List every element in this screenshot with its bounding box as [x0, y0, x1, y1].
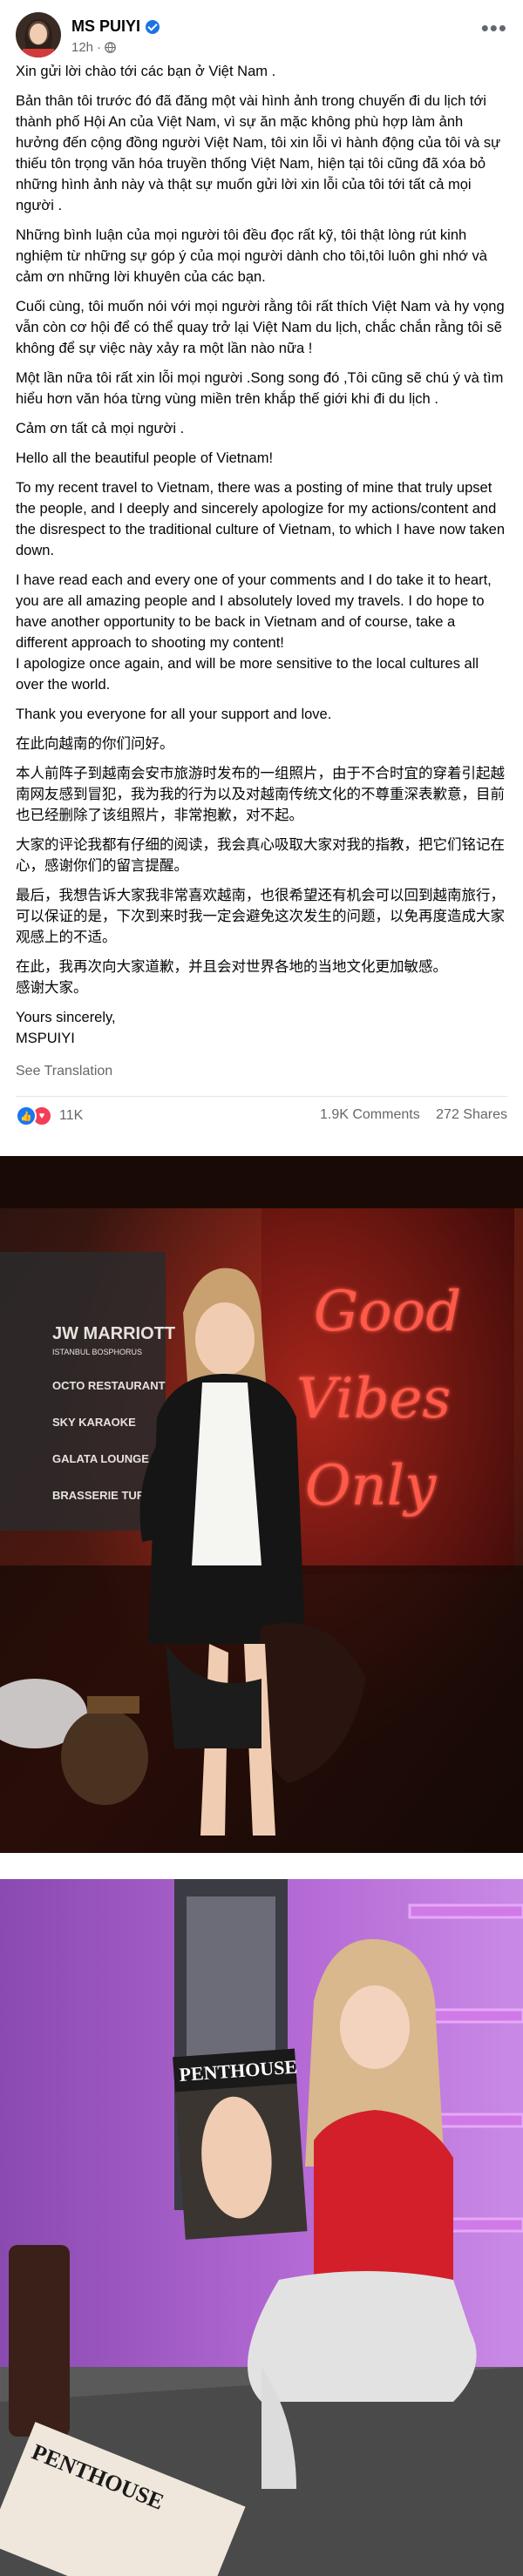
reaction-count: 11K [59, 1108, 84, 1123]
globe-icon [105, 42, 116, 53]
paragraph: Bản thân tôi trước đó đã đăng một vài hì… [16, 93, 501, 213]
photo-magazine[interactable]: PENTHOUSE PENTHOUSE [0, 1879, 523, 2576]
author-name[interactable]: MS PUIYI [71, 17, 160, 36]
sign-text: ISTANBUL BOSPHORUS [52, 1348, 142, 1356]
magazine[interactable]: PENTHOUSE [173, 2048, 309, 2240]
facebook-post: MS PUIYI 12h · ••• Xin gửi lời chào tới … [0, 0, 523, 1150]
sign-text: JW MARRIOTT [52, 1324, 175, 1343]
neon-text: Vibes [296, 1367, 451, 1431]
sign-text: OCTO RESTAURANT [52, 1379, 166, 1392]
paragraph: To my recent travel to Vietnam, there wa… [16, 480, 506, 558]
photo-neon-sign[interactable]: JW MARRIOTT ISTANBUL BOSPHORUS OCTO REST… [0, 1156, 523, 1853]
paragraph: 在此向越南的你们问好。 [16, 736, 174, 752]
sign-text: SKY KARAOKE [52, 1416, 136, 1429]
post-body: Xin gửi lời chào tới các bạn ở Việt Nam … [16, 61, 508, 1058]
paragraph: I have read each and every one of your c… [16, 572, 492, 693]
reaction-summary[interactable]: 👍 ♥ 11K [16, 1105, 83, 1126]
post-time[interactable]: 12h [71, 40, 93, 55]
engagement-counts: 1.9K Comments 272 Shares [320, 1107, 507, 1123]
neon-text: Good [314, 1280, 461, 1344]
paragraph: Cuối cùng, tôi muốn nói với mọi người rằ… [16, 299, 505, 356]
verified-badge-icon [146, 19, 160, 34]
post-header: MS PUIYI 12h · ••• [16, 12, 507, 61]
see-translation-link[interactable]: See Translation [16, 1064, 112, 1079]
shares-count[interactable]: 272 Shares [436, 1107, 507, 1122]
paragraph: Những bình luận của mọi người tôi đều đọ… [16, 227, 487, 285]
paragraph: Hello all the beautiful people of Vietna… [16, 450, 274, 466]
comments-count[interactable]: 1.9K Comments [320, 1107, 420, 1122]
paragraph: Xin gửi lời chào tới các bạn ở Việt Nam … [16, 64, 276, 79]
signature: Yours sincerely, MSPUIYI [16, 1010, 116, 1046]
paragraph: 大家的评论我都有仔细的阅读，我会真心吸取大家对我的指教，把它们铭记在心，感谢你们… [16, 837, 505, 874]
paragraph: 本人前阵子到越南会安市旅游时发布的一组照片，由于不合时宜的穿着引起越南网友感到冒… [16, 766, 505, 823]
neon-text: Only [305, 1454, 437, 1518]
reactions-bar: 👍 ♥ 11K 1.9K Comments 272 Shares [16, 1096, 507, 1128]
paragraph: Cảm ơn tất cả mọi người . [16, 421, 185, 436]
like-icon: 👍 [16, 1105, 37, 1126]
paragraph: 最后，我想告诉大家我非常喜欢越南，也很希望还有机会可以回到越南旅行，可以保证的是… [16, 888, 505, 945]
paragraph: Một lần nữa tôi rất xin lỗi mọi người .S… [16, 370, 504, 407]
paragraph: 在此，我再次向大家道歉，并且会对世界各地的当地文化更加敏感。 感谢大家。 [16, 959, 447, 996]
sign-text: GALATA LOUNGE [52, 1452, 149, 1465]
avatar[interactable] [16, 12, 61, 57]
more-horizontal-icon[interactable]: ••• [481, 17, 507, 39]
paragraph: Thank you everyone for all your support … [16, 707, 332, 722]
post-meta: 12h · [71, 40, 116, 55]
